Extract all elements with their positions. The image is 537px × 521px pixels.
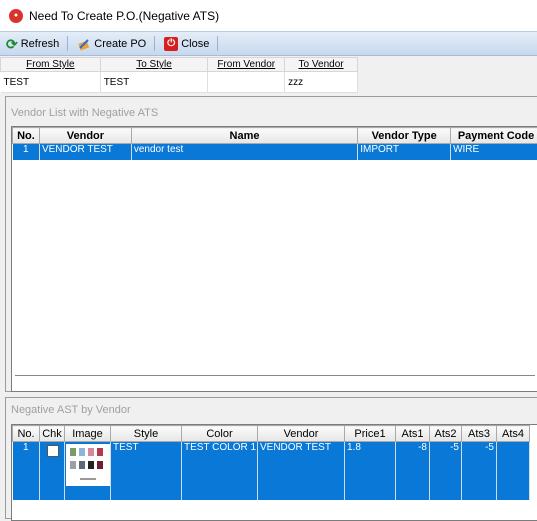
title-bar: ● Need To Create P.O.(Negative ATS) xyxy=(0,0,537,31)
ats-row-price1: 1.8 xyxy=(345,442,396,500)
toolbar-separator xyxy=(217,36,218,51)
ats-row-vendor: VENDOR TEST xyxy=(258,442,345,500)
ats-col-image[interactable]: Image xyxy=(65,426,111,442)
vendor-row-name: vendor test xyxy=(131,144,357,160)
filter-header-from-style[interactable]: From Style xyxy=(1,58,101,72)
ats-row-no: 1 xyxy=(13,442,40,500)
app-logo-icon: ● xyxy=(9,9,23,23)
from-style-field[interactable]: TEST xyxy=(1,72,101,93)
vendor-col-vendor[interactable]: Vendor xyxy=(39,128,131,144)
from-vendor-field[interactable] xyxy=(208,72,285,93)
horizontal-scrollbar[interactable] xyxy=(15,375,535,376)
to-vendor-field[interactable]: zzz xyxy=(285,72,358,93)
ats-col-no[interactable]: No. xyxy=(13,426,40,442)
toolbar-separator xyxy=(154,36,155,51)
ats-row-style: TEST xyxy=(111,442,182,500)
ats-row-color: TEST COLOR 1 xyxy=(182,442,258,500)
close-button[interactable]: ⏻ Close xyxy=(161,34,212,53)
power-close-icon: ⏻ xyxy=(164,37,178,51)
window-title: Need To Create P.O.(Negative ATS) xyxy=(29,9,219,23)
vendor-row-payment: WIRE xyxy=(451,144,537,160)
vendor-row-type: IMPORT xyxy=(358,144,451,160)
filter-header-to-style[interactable]: To Style xyxy=(100,58,208,72)
to-style-field[interactable]: TEST xyxy=(100,72,208,93)
ats-row-ats2: -5 xyxy=(430,442,462,500)
toolbar: ⟳ Refresh Create PO ⏻ Close xyxy=(0,31,537,56)
vendor-col-no[interactable]: No. xyxy=(13,128,40,144)
ats-row-chk xyxy=(40,442,65,500)
ats-col-ats3[interactable]: Ats3 xyxy=(462,426,497,442)
ats-col-color[interactable]: Color xyxy=(182,426,258,442)
ats-grid: No. Chk Image Style Color Vendor Price1 … xyxy=(11,424,537,521)
row-checkbox[interactable] xyxy=(47,445,59,457)
ats-col-ats4[interactable]: Ats4 xyxy=(497,426,530,442)
refresh-button[interactable]: ⟳ Refresh xyxy=(3,34,62,53)
close-label: Close xyxy=(181,38,209,50)
product-image-icon xyxy=(66,444,110,486)
vendor-row-vendor: VENDOR TEST xyxy=(39,144,131,160)
filter-header-from-vendor[interactable]: From Vendor xyxy=(208,58,285,72)
negative-ats-panel: Negative AST by Vendor No. Chk Image Sty… xyxy=(5,397,537,519)
ats-row-ats3: -5 xyxy=(462,442,497,500)
ats-table-row[interactable]: 1 TEST TEST COLOR 1 VENDOR xyxy=(13,442,530,500)
ats-col-vendor[interactable]: Vendor xyxy=(258,426,345,442)
vendor-col-name[interactable]: Name xyxy=(131,128,357,144)
ats-row-image xyxy=(65,442,111,500)
filter-grid: From Style To Style From Vendor To Vendo… xyxy=(0,57,358,93)
filter-header-to-vendor[interactable]: To Vendor xyxy=(285,58,358,72)
create-po-button[interactable]: Create PO xyxy=(74,34,149,53)
create-po-label: Create PO xyxy=(94,38,146,50)
ats-col-ats1[interactable]: Ats1 xyxy=(396,426,430,442)
vendor-list-title: Vendor List with Negative ATS xyxy=(11,107,158,119)
refresh-label: Refresh xyxy=(21,38,60,50)
product-thumbnail[interactable] xyxy=(66,444,110,486)
toolbar-separator xyxy=(67,36,68,51)
vendor-table-row[interactable]: 1 VENDOR TEST vendor test IMPORT WIRE xyxy=(13,144,537,160)
vendor-row-no: 1 xyxy=(13,144,40,160)
ats-row-ats1: -8 xyxy=(396,442,430,500)
create-po-icon xyxy=(77,37,91,51)
vendor-grid: No. Vendor Name Vendor Type Payment Code… xyxy=(11,126,537,392)
ats-row-ats4 xyxy=(497,442,530,500)
ats-col-price1[interactable]: Price1 xyxy=(345,426,396,442)
refresh-icon: ⟳ xyxy=(6,38,18,50)
ats-col-ats2[interactable]: Ats2 xyxy=(430,426,462,442)
vendor-col-type[interactable]: Vendor Type xyxy=(358,128,451,144)
negative-ats-title: Negative AST by Vendor xyxy=(11,404,131,416)
ats-col-chk[interactable]: Chk xyxy=(40,426,65,442)
vendor-list-panel: Vendor List with Negative ATS No. Vendor… xyxy=(5,96,537,392)
vendor-col-payment[interactable]: Payment Code xyxy=(451,128,537,144)
ats-col-style[interactable]: Style xyxy=(111,426,182,442)
